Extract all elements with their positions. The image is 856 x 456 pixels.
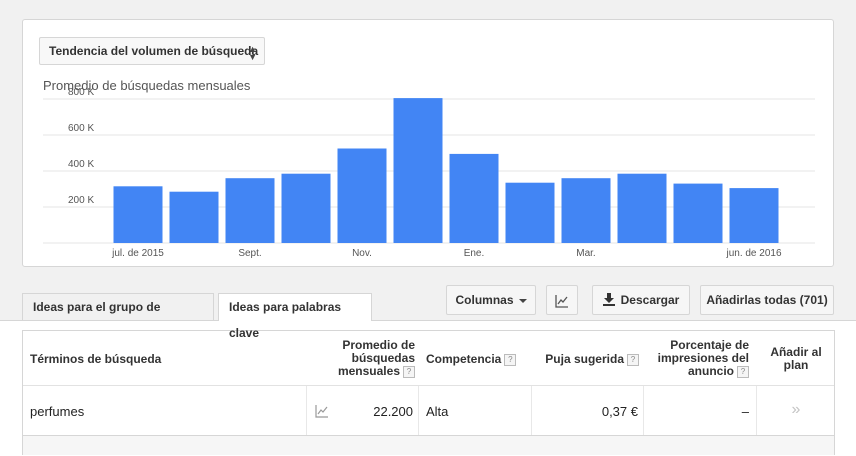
x-tick-label: jun. de 2016 xyxy=(725,248,781,259)
bar[interactable] xyxy=(169,191,219,243)
header-competition[interactable]: Competencia? xyxy=(426,352,517,366)
term-cell: perfumes xyxy=(30,404,85,419)
bar[interactable] xyxy=(449,153,499,243)
help-icon[interactable]: ? xyxy=(627,353,639,366)
download-label: Descargar xyxy=(620,293,680,307)
x-tick-label: Nov. xyxy=(352,248,372,259)
header-divider xyxy=(23,385,834,386)
x-tick-label: Ene. xyxy=(464,248,485,259)
column-divider xyxy=(643,386,644,435)
header-avg-line3: mensuales xyxy=(337,364,400,378)
y-tick-label: 400 K xyxy=(68,159,94,170)
bar[interactable] xyxy=(225,178,275,243)
chart-toggle-button[interactable] xyxy=(546,285,578,315)
competition-cell: Alta xyxy=(426,404,449,419)
column-divider xyxy=(531,386,532,435)
x-tick-label: Mar. xyxy=(576,248,595,259)
impression-share-cell: – xyxy=(741,404,749,419)
tab-ad-group-ideas[interactable]: Ideas para el grupo de anuncios xyxy=(22,293,214,340)
bar[interactable] xyxy=(337,148,387,244)
column-divider xyxy=(418,386,419,435)
header-impression-share[interactable]: Porcentaje de impresiones del anuncio? xyxy=(643,339,749,378)
add-to-plan-icon[interactable]: » xyxy=(757,401,835,419)
bar-chart: 200 K 400 K 600 K 800 K jul. de 2015 Sept. Nov… xyxy=(43,87,815,259)
header-add-to-plan: Añadir al plan xyxy=(763,346,829,372)
bar[interactable] xyxy=(617,173,667,243)
header-bid-label: Puja sugerida xyxy=(545,352,624,366)
table-footer-strip xyxy=(22,436,835,455)
caret-down-icon xyxy=(518,298,527,303)
x-tick-label: jul. de 2015 xyxy=(111,248,164,259)
columns-label: Columnas xyxy=(455,293,514,307)
y-tick-label: 200 K xyxy=(68,195,94,206)
bar[interactable] xyxy=(113,186,163,243)
bar[interactable] xyxy=(673,183,723,243)
add-all-label: Añadirlas todas (701) xyxy=(706,293,828,307)
bar[interactable] xyxy=(561,178,611,243)
header-competition-label: Competencia xyxy=(426,352,502,366)
bar[interactable] xyxy=(505,182,555,243)
trend-chart-icon[interactable] xyxy=(315,405,329,418)
help-icon[interactable]: ? xyxy=(737,365,749,378)
bar[interactable] xyxy=(729,188,779,243)
header-bid[interactable]: Puja sugerida? xyxy=(543,352,639,366)
bar[interactable] xyxy=(281,173,331,243)
column-divider xyxy=(306,386,307,435)
keyword-table: Términos de búsqueda Promedio de búsqued… xyxy=(22,330,835,436)
header-share-line3: anuncio xyxy=(687,364,734,378)
help-icon[interactable]: ? xyxy=(403,365,415,378)
y-tick-label: 600 K xyxy=(68,123,94,134)
tab-keyword-ideas[interactable]: Ideas para palabras clave xyxy=(218,293,372,340)
help-icon[interactable]: ? xyxy=(504,353,517,366)
header-add-line2: plan xyxy=(783,358,809,372)
chart-panel: Tendencia del volumen de búsqueda ▲ ▼ Pro… xyxy=(22,19,834,267)
columns-button[interactable]: Columnas xyxy=(446,285,536,315)
add-all-button[interactable]: Añadirlas todas (701) xyxy=(700,285,834,315)
y-tick-label: 800 K xyxy=(68,87,94,98)
header-avg-searches[interactable]: Promedio de búsquedas mensuales? xyxy=(323,339,415,378)
line-chart-icon xyxy=(555,294,568,308)
x-tick-label: Sept. xyxy=(238,248,261,259)
download-icon xyxy=(602,293,615,307)
table-header: Términos de búsqueda Promedio de búsqued… xyxy=(23,331,834,385)
bid-cell: 0,37 € xyxy=(601,404,638,419)
download-button[interactable]: Descargar xyxy=(592,285,690,315)
avg-searches-cell: 22.200 xyxy=(373,404,413,419)
bar[interactable] xyxy=(393,98,443,243)
header-terms[interactable]: Términos de búsqueda xyxy=(30,352,161,366)
